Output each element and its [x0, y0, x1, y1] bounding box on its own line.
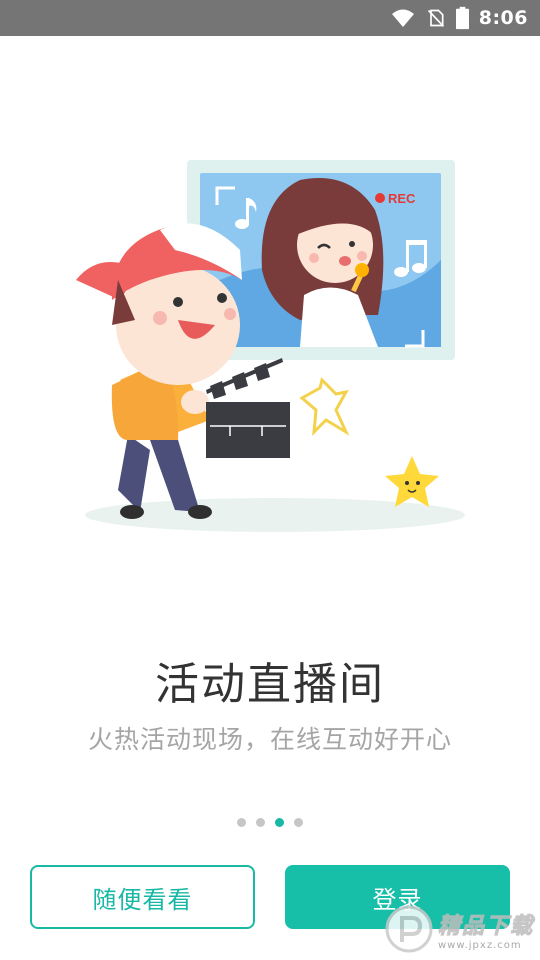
- clapperboard-icon: [206, 358, 290, 458]
- status-time: 8:06: [478, 7, 528, 29]
- watermark: 精品下载 www.jpxz.com: [384, 904, 534, 954]
- page-indicator: [0, 818, 540, 827]
- browse-button[interactable]: 随便看看: [30, 865, 255, 929]
- battery-icon: [455, 6, 469, 30]
- page-dot[interactable]: [294, 818, 303, 827]
- no-sim-icon: [427, 9, 444, 27]
- star-icon: [385, 456, 439, 507]
- status-bar: 8:06: [0, 0, 540, 36]
- watermark-logo-icon: [385, 905, 433, 953]
- watermark-text: 精品下载: [437, 913, 534, 939]
- boy-character: [76, 223, 242, 519]
- page-dot-active[interactable]: [275, 818, 284, 827]
- live-room-illustration: REC: [76, 160, 465, 532]
- page-title: 活动直播间: [155, 659, 385, 710]
- watermark-url: www.jpxz.com: [437, 939, 522, 951]
- rec-label: REC: [388, 191, 416, 206]
- wifi-icon: [391, 9, 414, 27]
- page-dot[interactable]: [237, 818, 246, 827]
- sparkle-icon: [299, 377, 350, 436]
- rec-dot: [375, 193, 385, 203]
- page-dot[interactable]: [256, 818, 265, 827]
- page-subtitle: 火热活动现场，在线互动好开心: [87, 725, 452, 754]
